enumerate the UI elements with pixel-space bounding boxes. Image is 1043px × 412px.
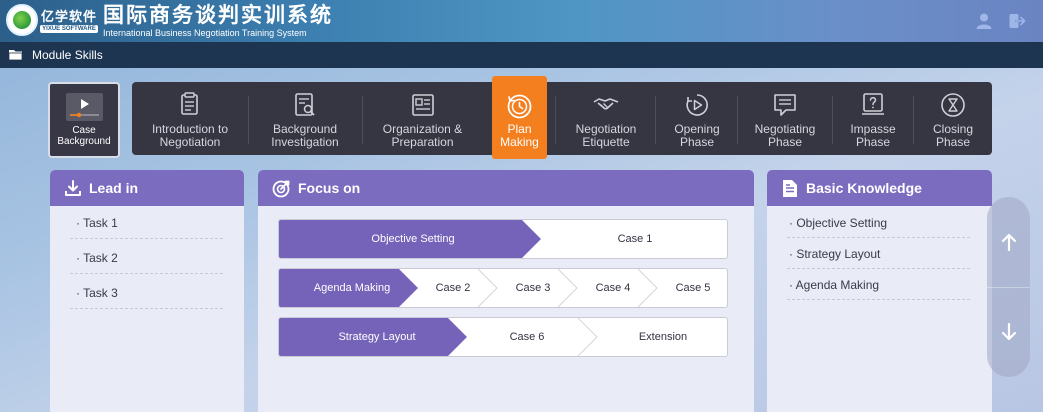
nav-item-negotiation-etiquette[interactable]: Negotiation Etiquette (562, 82, 650, 155)
nav-divider (362, 96, 363, 144)
focus-row-objective: Objective Setting Case 1 (278, 219, 728, 259)
focus-case-4[interactable]: Case 4 (577, 269, 649, 307)
nav-item-background-investigation[interactable]: Background Investigation (256, 82, 354, 155)
scroll-control (987, 197, 1030, 377)
user-icon[interactable] (975, 12, 993, 30)
hourglass-icon (941, 93, 965, 117)
logo-badge (6, 4, 38, 36)
logo-emblem-icon (11, 9, 33, 31)
logout-icon[interactable] (1008, 12, 1026, 30)
knowledge-item[interactable]: · Objective Setting (787, 208, 970, 238)
lead-in-title: Lead in (89, 180, 139, 196)
scroll-down-button[interactable] (987, 287, 1030, 377)
task-item[interactable]: · Task 3 (70, 277, 223, 309)
basic-knowledge-header: Basic Knowledge (767, 170, 992, 206)
nav-item-impasse-phase[interactable]: Impasse Phase (838, 82, 908, 155)
focus-on-header: Focus on (258, 170, 754, 206)
focus-row-strategy: Strategy Layout Case 6 Extension (278, 317, 728, 357)
handshake-icon (593, 98, 619, 110)
knowledge-item[interactable]: · Agenda Making (787, 270, 970, 300)
knowledge-item[interactable]: · Strategy Layout (787, 239, 970, 269)
brand-logo: 亿学软件 YIXUE SOFTWARE (39, 8, 99, 34)
nav-divider (555, 96, 556, 144)
arrow-up-icon (1001, 233, 1016, 252)
focus-extension[interactable]: Extension (597, 318, 727, 356)
focus-row-agenda: Agenda Making Case 2 Case 3 Case 4 Case … (278, 268, 728, 308)
target-icon (272, 180, 290, 197)
newspaper-icon (411, 94, 434, 116)
nav-item-plan-making[interactable]: Plan Making (492, 76, 547, 159)
focus-main-agenda-making[interactable]: Agenda Making (279, 269, 425, 307)
nav-item-negotiating-phase[interactable]: Negotiating Phase (743, 82, 827, 155)
nav-divider (913, 96, 914, 144)
folder-icon (8, 50, 23, 61)
focus-main-objective-setting[interactable]: Objective Setting (279, 220, 547, 258)
clock-history-icon (507, 94, 532, 119)
app-subtitle: International Business Negotiation Train… (103, 28, 307, 38)
download-icon (65, 180, 81, 196)
focus-case-2[interactable]: Case 2 (418, 269, 488, 307)
module-bar: Module Skills (0, 42, 1043, 68)
arrow-down-icon (1001, 322, 1016, 341)
scroll-up-button[interactable] (987, 197, 1030, 287)
task-item[interactable]: · Task 2 (70, 242, 223, 274)
app-header: 亿学软件 YIXUE SOFTWARE 国际商务谈判实训系统 Internati… (0, 0, 1043, 42)
focus-case-1[interactable]: Case 1 (541, 220, 727, 258)
video-play-icon (65, 93, 103, 121)
app-title: 国际商务谈判实训系统 (103, 4, 333, 27)
case-background-label: Case Background (57, 125, 111, 147)
document-icon (783, 179, 797, 197)
focus-main-strategy-layout[interactable]: Strategy Layout (279, 318, 475, 356)
focus-case-3[interactable]: Case 3 (497, 269, 569, 307)
nav-divider (248, 96, 249, 144)
nav-divider (832, 96, 833, 144)
nav-divider (655, 96, 656, 144)
brand-name-en: YIXUE SOFTWARE (40, 24, 98, 33)
document-search-icon (295, 93, 315, 116)
play-cycle-icon (686, 94, 708, 116)
document-list-icon (181, 92, 198, 115)
task-item[interactable]: · Task 1 (70, 207, 223, 239)
nav-item-opening-phase[interactable]: Opening Phase (662, 82, 732, 155)
focus-case-5[interactable]: Case 5 (657, 269, 727, 307)
nav-item-closing-phase[interactable]: Closing Phase (918, 82, 988, 155)
nav-divider (737, 96, 738, 144)
lead-in-header: Lead in (50, 170, 244, 206)
focus-on-title: Focus on (298, 180, 361, 196)
question-box-icon (862, 93, 884, 115)
module-label: Module Skills (32, 48, 103, 62)
focus-case-6[interactable]: Case 6 (467, 318, 587, 356)
case-background-button[interactable]: Case Background (48, 82, 120, 158)
basic-knowledge-title: Basic Knowledge (806, 180, 922, 196)
chat-box-icon (774, 94, 796, 116)
nav-item-organization-preparation[interactable]: Organization & Preparation (370, 82, 475, 155)
brand-name-cn: 亿学软件 (40, 8, 97, 24)
nav-item-introduction[interactable]: Introduction to Negotiation (140, 82, 240, 155)
